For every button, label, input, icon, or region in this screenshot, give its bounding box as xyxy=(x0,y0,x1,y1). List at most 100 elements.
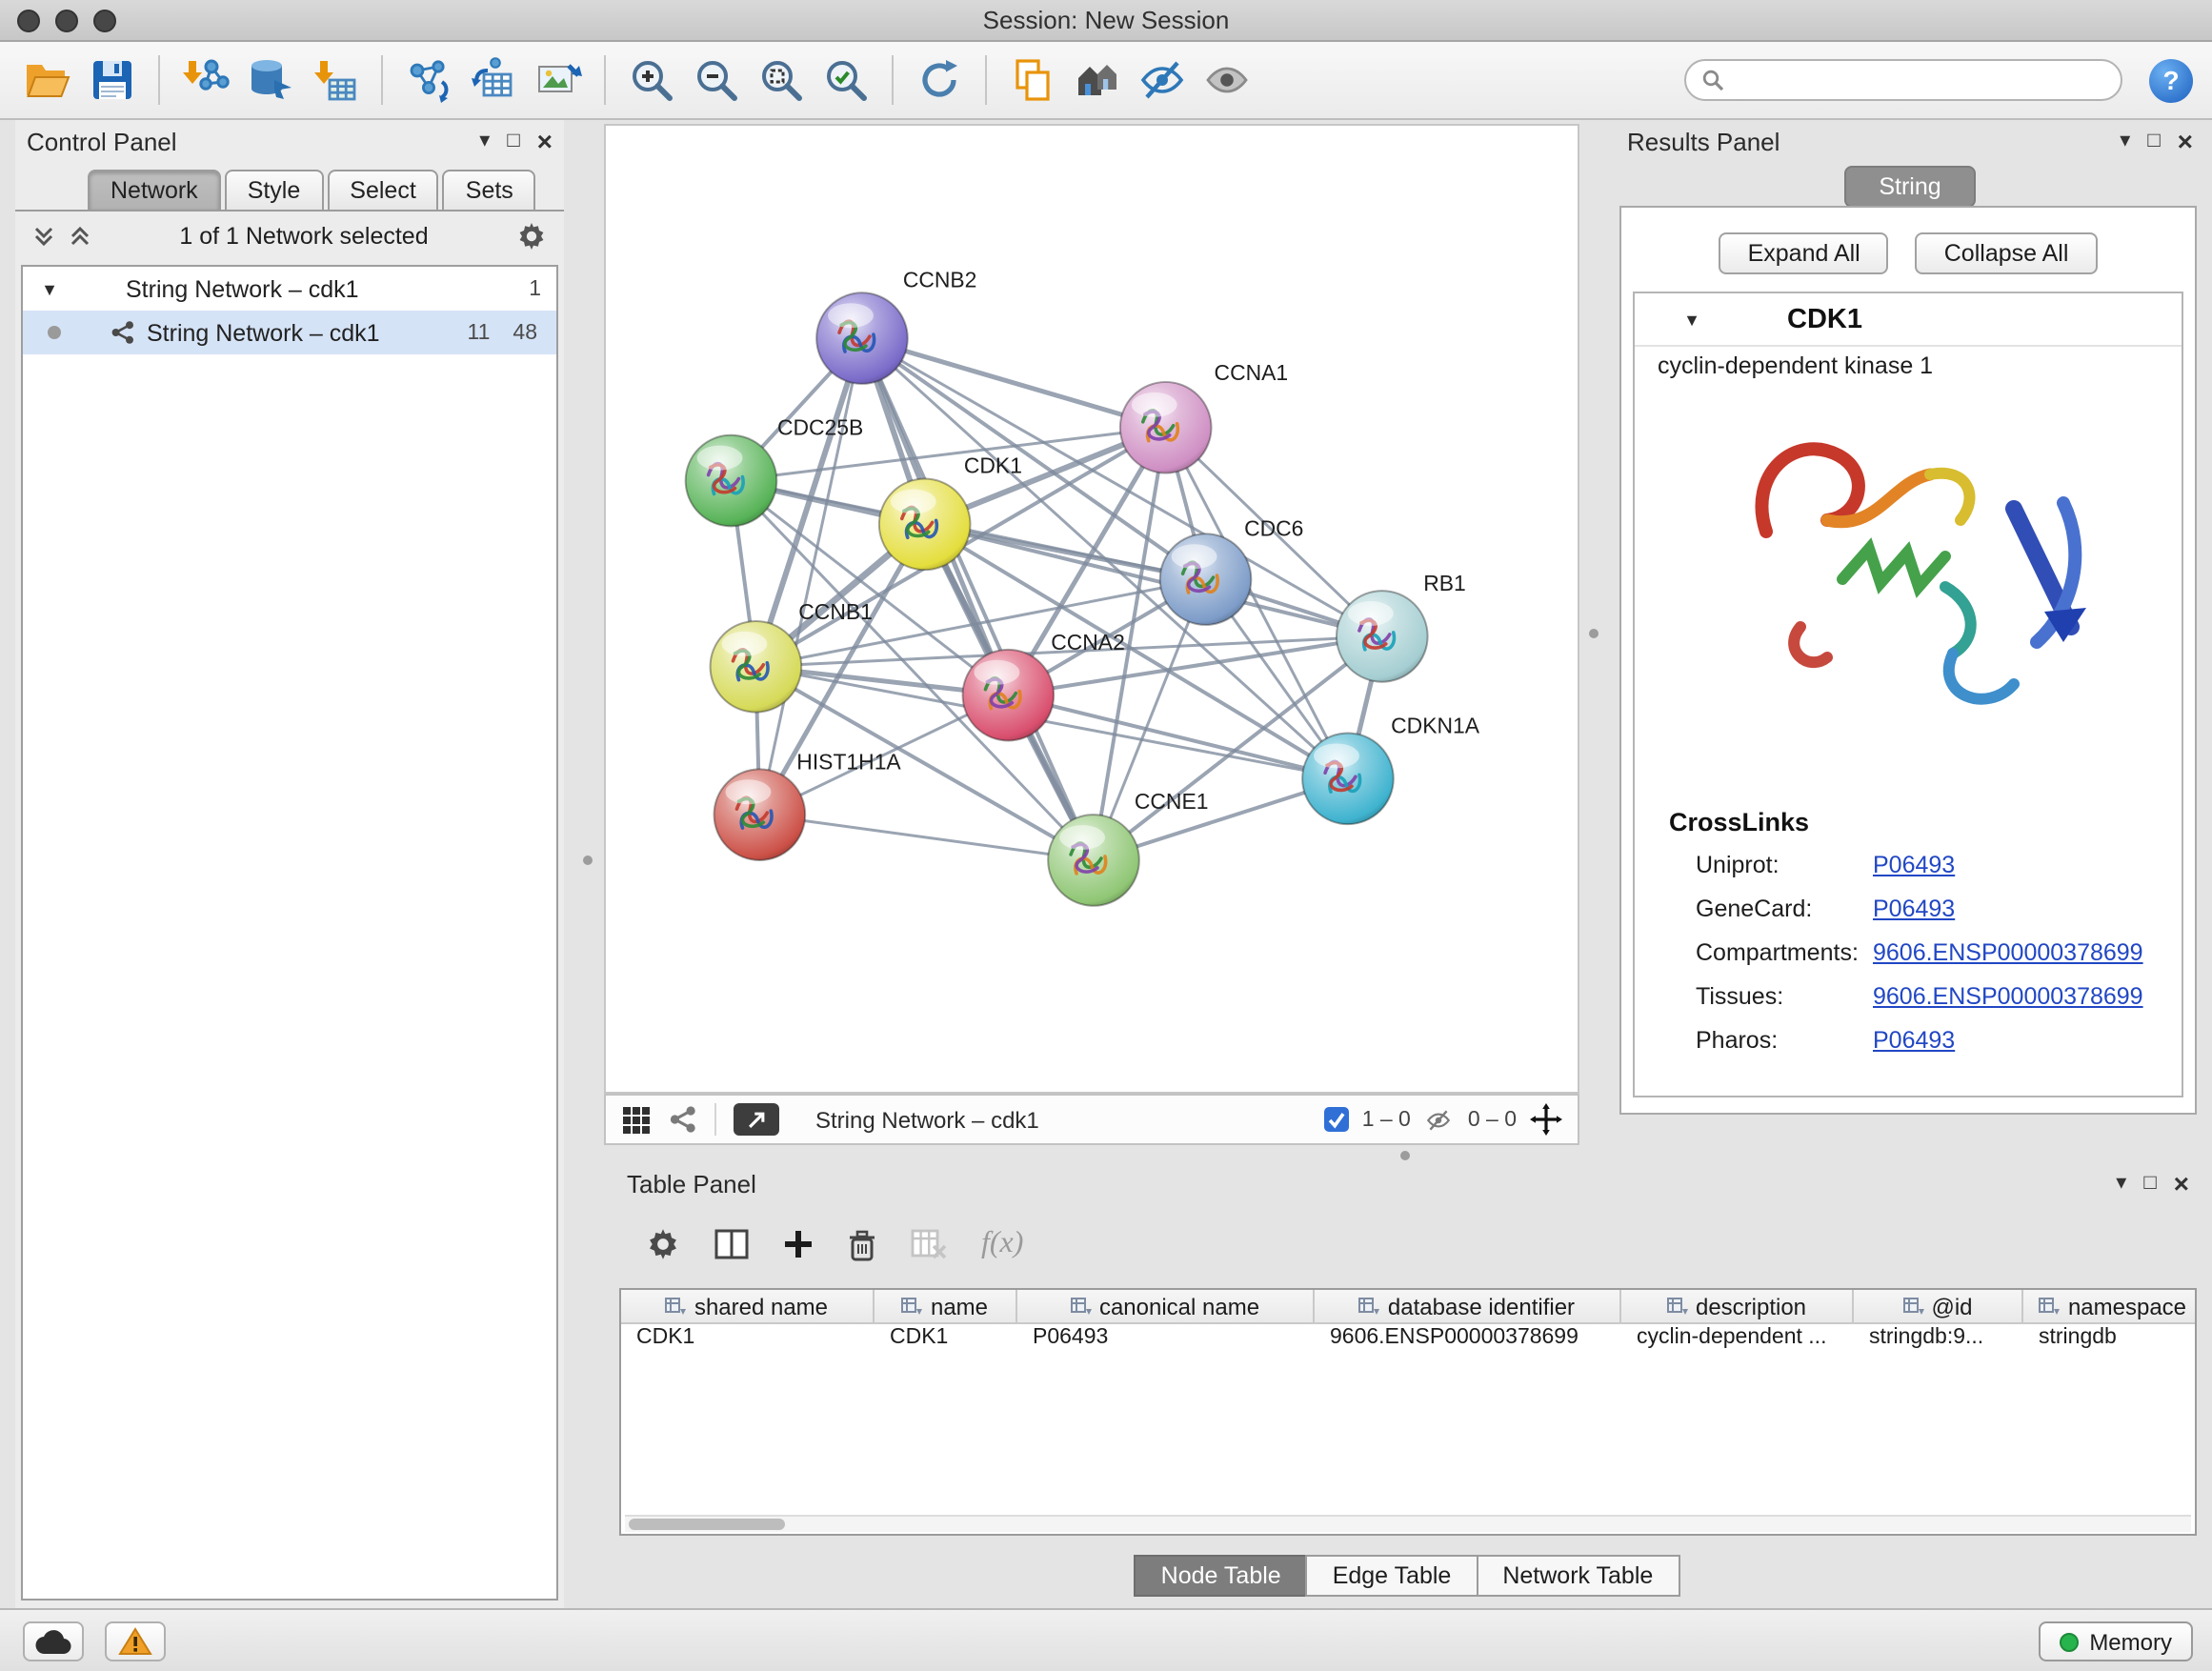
detach-view-button[interactable] xyxy=(734,1103,779,1136)
gear-icon[interactable] xyxy=(516,221,547,252)
close-window-button[interactable] xyxy=(17,10,40,32)
expand-all-icon[interactable] xyxy=(69,225,91,248)
network-node-hist1h1a[interactable] xyxy=(714,769,806,860)
home-networks-button[interactable] xyxy=(1069,51,1126,109)
network-node-ccnb1[interactable] xyxy=(711,621,802,713)
column-header-namespace[interactable]: namespace xyxy=(2023,1290,2197,1322)
crosslink-link[interactable]: 9606.ENSP00000378699 xyxy=(1873,939,2143,968)
search-input[interactable] xyxy=(1734,67,2105,93)
network-row[interactable]: String Network – cdk1 11 48 xyxy=(23,311,556,354)
disclosure-triangle-icon[interactable]: ▼ xyxy=(1680,310,1703,329)
tab-edge-table[interactable]: Edge Table xyxy=(1306,1555,1478,1597)
column-header-description[interactable]: description xyxy=(1621,1290,1854,1322)
tab-style[interactable]: Style xyxy=(225,170,324,210)
network-graph[interactable]: CCNB2CCNA1CDC25BCDK1CDC6RB1CCNB1CCNA2CDK… xyxy=(606,126,1578,1092)
warnings-button[interactable] xyxy=(105,1621,166,1661)
panel-close-icon[interactable]: × xyxy=(2178,128,2193,154)
tab-node-table[interactable]: Node Table xyxy=(1135,1555,1308,1597)
column-header-database-identifier[interactable]: database identifier xyxy=(1315,1290,1621,1322)
minimize-window-button[interactable] xyxy=(55,10,78,32)
table-cell[interactable]: stringdb xyxy=(2023,1324,2197,1357)
zoom-selected-button[interactable] xyxy=(817,51,875,109)
collapse-all-button[interactable]: Collapse All xyxy=(1916,232,2098,274)
table-cell[interactable]: 9606.ENSP00000378699 xyxy=(1315,1324,1621,1357)
network-node-cdkn1a[interactable] xyxy=(1302,733,1394,824)
crosslink-link[interactable]: P06493 xyxy=(1873,852,1955,880)
tab-string[interactable]: String xyxy=(1844,166,1975,208)
network-edge[interactable] xyxy=(862,338,1166,428)
panel-close-icon[interactable]: × xyxy=(2174,1170,2189,1197)
panel-menu-icon[interactable]: ▾ xyxy=(479,131,490,151)
network-edge[interactable] xyxy=(759,815,1094,860)
left-splitter-handle[interactable] xyxy=(583,856,593,865)
grid-view-icon[interactable] xyxy=(621,1104,652,1135)
show-all-button[interactable] xyxy=(1198,51,1256,109)
table-cell[interactable]: stringdb:9... xyxy=(1854,1324,2023,1357)
tab-sets[interactable]: Sets xyxy=(443,170,536,210)
network-node-ccnb2[interactable] xyxy=(816,292,908,384)
network-view-icon[interactable] xyxy=(669,1105,697,1134)
column-header-canonical-name[interactable]: canonical name xyxy=(1017,1290,1315,1322)
network-collection-row[interactable]: ▼ String Network – cdk1 1 xyxy=(23,267,556,311)
crosslink-link[interactable]: P06493 xyxy=(1873,896,1955,924)
network-node-cdc6[interactable] xyxy=(1160,534,1252,625)
network-node-cdk1[interactable] xyxy=(879,479,971,571)
copy-documents-button[interactable] xyxy=(1004,51,1061,109)
table-row[interactable]: CDK1 CDK1 P06493 9606.ENSP00000378699 cy… xyxy=(621,1324,2195,1357)
table-gear-icon[interactable] xyxy=(646,1227,680,1261)
zoom-window-button[interactable] xyxy=(93,10,116,32)
export-image-button[interactable] xyxy=(530,51,587,109)
network-node-cdc25b[interactable] xyxy=(686,435,777,527)
zoom-in-button[interactable] xyxy=(623,51,680,109)
import-network-database-button[interactable] xyxy=(242,51,299,109)
hide-selected-button[interactable] xyxy=(1134,51,1191,109)
panel-float-icon[interactable]: □ xyxy=(2143,1173,2156,1194)
import-table-button[interactable] xyxy=(307,51,364,109)
table-cell[interactable]: P06493 xyxy=(1017,1324,1315,1357)
tab-network[interactable]: Network xyxy=(88,170,221,210)
panel-float-icon[interactable]: □ xyxy=(2147,131,2160,151)
scrollbar-thumb[interactable] xyxy=(629,1519,785,1530)
memory-button[interactable]: Memory xyxy=(2038,1621,2193,1661)
column-header-name[interactable]: name xyxy=(875,1290,1017,1322)
right-splitter-handle[interactable] xyxy=(1589,629,1599,638)
panel-menu-icon[interactable]: ▾ xyxy=(2116,1173,2126,1194)
search-field[interactable] xyxy=(1684,59,2122,101)
protein-section-header[interactable]: ▼ CDK1 xyxy=(1635,293,2182,347)
table-cell[interactable]: CDK1 xyxy=(875,1324,1017,1357)
crosslink-link[interactable]: 9606.ENSP00000378699 xyxy=(1873,983,2143,1012)
horizontal-scrollbar[interactable] xyxy=(625,1515,2191,1532)
tab-select[interactable]: Select xyxy=(327,170,439,210)
zoom-out-button[interactable] xyxy=(688,51,745,109)
network-node-rb1[interactable] xyxy=(1337,591,1428,682)
bottom-splitter-handle[interactable] xyxy=(1400,1151,1410,1160)
network-node-ccna2[interactable] xyxy=(963,650,1055,741)
show-columns-icon[interactable] xyxy=(714,1229,749,1259)
apply-layout-button[interactable] xyxy=(911,51,968,109)
zoom-fit-button[interactable] xyxy=(753,51,810,109)
pan-crosshair-icon[interactable] xyxy=(1530,1103,1562,1136)
column-header-id[interactable]: @id xyxy=(1854,1290,2023,1322)
table-cell[interactable]: CDK1 xyxy=(621,1324,875,1357)
selected-checkbox-icon[interactable] xyxy=(1324,1107,1349,1132)
network-node-ccna1[interactable] xyxy=(1120,382,1212,473)
network-edge[interactable] xyxy=(862,338,1094,860)
panel-float-icon[interactable]: □ xyxy=(507,131,519,151)
collapse-all-icon[interactable] xyxy=(32,225,55,248)
column-header-shared-name[interactable]: shared name xyxy=(621,1290,875,1322)
panel-menu-icon[interactable]: ▾ xyxy=(2120,131,2130,151)
open-session-button[interactable] xyxy=(19,51,76,109)
table-cell[interactable]: cyclin-dependent ... xyxy=(1621,1324,1854,1357)
clone-network-button[interactable] xyxy=(400,51,457,109)
network-canvas[interactable]: CCNB2CCNA1CDC25BCDK1CDC6RB1CCNB1CCNA2CDK… xyxy=(604,124,1579,1094)
hidden-eye-icon[interactable] xyxy=(1424,1106,1455,1133)
network-edge[interactable] xyxy=(759,338,862,815)
cloud-status-button[interactable] xyxy=(23,1621,84,1661)
delete-icon[interactable] xyxy=(848,1228,876,1260)
help-button[interactable]: ? xyxy=(2149,58,2193,102)
expand-all-button[interactable]: Expand All xyxy=(1719,232,1889,274)
tab-network-table[interactable]: Network Table xyxy=(1476,1555,1679,1597)
panel-close-icon[interactable]: × xyxy=(537,128,553,154)
crosslink-link[interactable]: P06493 xyxy=(1873,1027,1955,1056)
network-node-ccne1[interactable] xyxy=(1048,815,1139,906)
